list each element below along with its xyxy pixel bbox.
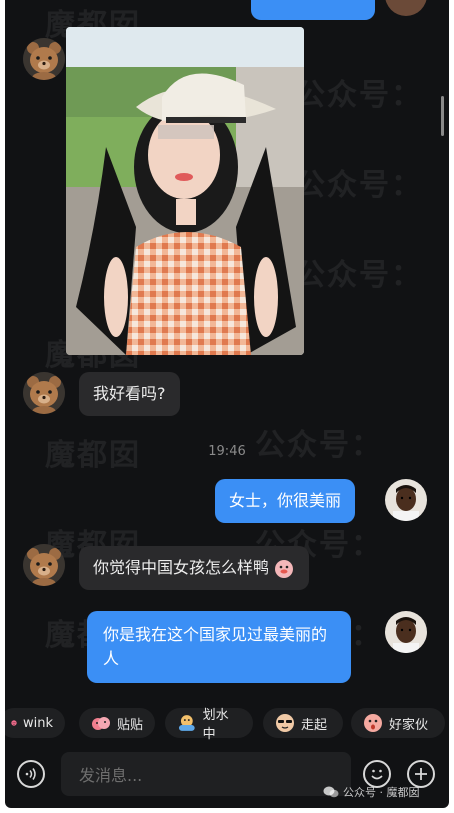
- footer-watermark-text: 公众号 · 魔都囡: [343, 786, 420, 799]
- quick-reply-label: wink: [22, 715, 53, 731]
- message-input[interactable]: 发消息...: [61, 752, 351, 796]
- bear-icon: [23, 544, 65, 586]
- photo-message[interactable]: [66, 27, 304, 355]
- incoming-message[interactable]: 我好看吗?: [79, 372, 180, 416]
- quick-reply-label: 划水中: [202, 708, 229, 742]
- voice-icon: [25, 768, 36, 780]
- outgoing-message[interactable]: 你是我在这个国家见过最美丽的 人: [87, 611, 351, 683]
- outgoing-message-line: 人: [103, 649, 120, 668]
- tietie-emoji-icon: [92, 717, 110, 730]
- plus-icon: [415, 768, 427, 780]
- surprised-emoji-icon: [364, 714, 382, 732]
- outgoing-message[interactable]: 女士，你很美丽: [215, 479, 356, 523]
- outgoing-message-line: 你是我在这个国家见过最美丽的: [103, 625, 328, 644]
- avatar-contact[interactable]: [23, 372, 65, 414]
- quick-reply-huashuizhong[interactable]: 划水中: [165, 708, 253, 742]
- quick-reply-zouqi[interactable]: 走起: [263, 708, 343, 738]
- partial-outgoing-bubble[interactable]: [251, 0, 375, 20]
- avatar-me[interactable]: [385, 479, 427, 521]
- avatar-contact[interactable]: [23, 544, 65, 586]
- sunglasses-emoji-icon: [276, 714, 294, 732]
- quick-reply-haojiahuo[interactable]: 好家伙: [351, 708, 445, 738]
- wink-emoji-icon: [11, 720, 17, 726]
- watermark-text: 公众号：: [295, 168, 423, 203]
- swimming-emoji-icon: [178, 715, 195, 731]
- quick-reply-tietie[interactable]: 贴贴: [79, 708, 155, 738]
- quick-reply-wink[interactable]: wink: [5, 708, 65, 738]
- message-timestamp: 19:46: [208, 444, 246, 459]
- message-input-placeholder: 发消息...: [79, 766, 143, 785]
- incoming-message-text: 你觉得中国女孩怎么样鸭: [93, 558, 270, 577]
- duck-emoji-icon: [275, 560, 294, 578]
- emoji-icon: [371, 769, 383, 780]
- quick-reply-label: 走起: [301, 717, 328, 733]
- footer-watermark: 公众号 · 魔都囡: [323, 784, 420, 800]
- avatar-me-partial[interactable]: [385, 0, 427, 16]
- avatar-me[interactable]: [385, 611, 427, 653]
- chat-screen: 魔都囡 公众号： 公众号： 公众号： 魔都囡 魔都囡 公众号： 魔都囡 公众号：…: [5, 0, 449, 808]
- man-portrait-icon: [385, 479, 427, 521]
- quick-reply-label: 好家伙: [389, 717, 429, 733]
- quick-reply-label: 贴贴: [117, 717, 144, 733]
- bear-icon: [23, 372, 65, 414]
- watermark-text: 公众号：: [295, 258, 423, 293]
- scrollbar[interactable]: [441, 96, 444, 136]
- avatar-contact[interactable]: [23, 38, 65, 80]
- incoming-message[interactable]: 你觉得中国女孩怎么样鸭: [79, 546, 310, 590]
- watermark-text: 公众号：: [295, 78, 423, 113]
- wechat-icon: [323, 786, 339, 798]
- selfie-photo: [66, 27, 304, 355]
- man-portrait-icon: [385, 611, 427, 653]
- bear-icon: [23, 38, 65, 80]
- voice-button[interactable]: [17, 760, 45, 788]
